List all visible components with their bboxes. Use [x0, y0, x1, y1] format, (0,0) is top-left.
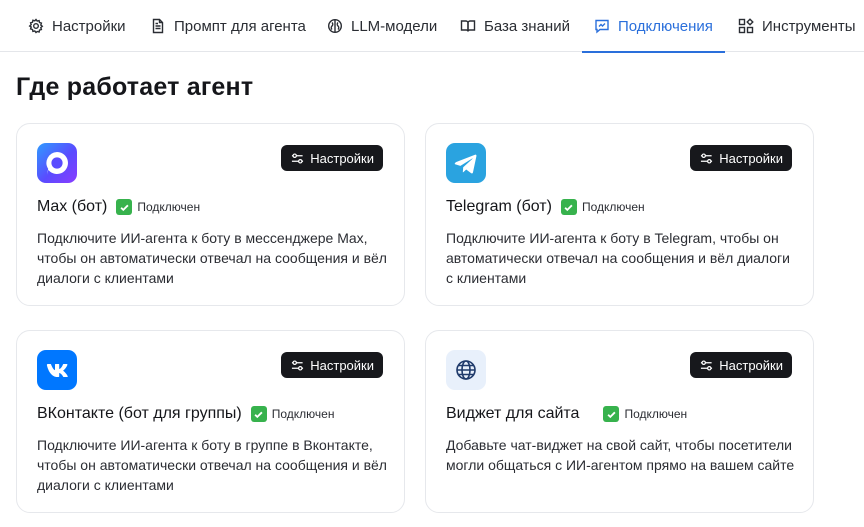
settings-button-label: Настройки: [310, 357, 374, 373]
settings-button-telegram[interactable]: Настройки: [690, 145, 792, 171]
sliders-icon: [701, 152, 713, 164]
tab-agent-prompt[interactable]: Промпт для агента: [150, 0, 306, 52]
settings-button-label: Настройки: [719, 357, 783, 373]
card-max-bot: Настройки Max (бот) Подключен Подключите…: [16, 123, 405, 306]
check-icon: [560, 199, 577, 215]
tab-tools[interactable]: Инструменты: [738, 0, 856, 52]
status-label: Подключен: [581, 200, 645, 214]
tab-bar: Настройки Промпт для агента LLM-модели Б…: [0, 0, 864, 53]
card-name: Telegram (бот): [446, 198, 552, 215]
tab-llm-models-label: LLM-модели: [351, 17, 438, 35]
sliders-icon: [701, 359, 713, 371]
status-badge: Подключен: [250, 406, 335, 422]
status-badge: Подключен: [603, 406, 687, 422]
status-badge: Подключен: [560, 199, 645, 215]
tab-settings[interactable]: Настройки: [28, 0, 126, 52]
sliders-icon: [292, 359, 304, 371]
check-icon: [603, 406, 620, 422]
check-icon: [116, 199, 133, 215]
card-description: Добавьте чат-виджет на свой сайт, чтобы …: [446, 437, 795, 473]
globe-icon: [446, 350, 486, 390]
chat-icon: [595, 19, 609, 34]
card-description: Подключите ИИ-агента к боту в группе в В…: [37, 437, 387, 493]
card-name: Max (бот): [37, 198, 108, 215]
tab-connections-label: Подключения: [618, 17, 713, 35]
settings-button-label: Настройки: [719, 150, 783, 166]
card-header: Max (бот) Подключен: [37, 198, 200, 216]
card-name: ВКонтакте (бот для группы): [37, 405, 242, 422]
book-icon: [460, 20, 476, 32]
status-badge: Подключен: [116, 199, 200, 215]
card-vk-bot: Настройки ВКонтакте (бот для группы) Под…: [16, 330, 405, 513]
card-telegram-bot: Настройки Telegram (бот) Подключен Подкл…: [425, 123, 814, 306]
status-label: Подключен: [137, 200, 201, 214]
status-label: Подключен: [624, 407, 688, 421]
tab-knowledge-base-label: База знаний: [484, 17, 570, 35]
tab-knowledge-base[interactable]: База знаний: [460, 0, 570, 52]
max-logo-icon: [37, 143, 77, 183]
gear-icon: [28, 18, 44, 34]
brain-icon: [327, 18, 343, 34]
settings-button-widget[interactable]: Настройки: [690, 352, 792, 378]
card-website-widget: Настройки Виджет для сайта Подключен Доб…: [425, 330, 814, 513]
tab-connections[interactable]: Подключения: [582, 0, 725, 53]
card-description: Подключите ИИ-агента к боту в мессенджер…: [37, 230, 387, 286]
settings-button-vk[interactable]: Настройки: [281, 352, 383, 378]
tab-tools-label: Инструменты: [762, 17, 856, 35]
check-icon: [250, 406, 267, 422]
status-label: Подключен: [271, 407, 335, 421]
card-header: ВКонтакте (бот для группы) Подключен: [37, 405, 334, 423]
tab-agent-prompt-label: Промпт для агента: [174, 17, 306, 35]
tools-icon: [738, 18, 754, 34]
sliders-icon: [292, 152, 304, 164]
document-icon: [152, 18, 164, 34]
card-header: Виджет для сайта Подключен: [446, 405, 687, 423]
card-header: Telegram (бот) Подключен: [446, 198, 645, 216]
telegram-logo-icon: [446, 143, 486, 183]
card-name: Виджет для сайта: [446, 405, 580, 422]
settings-button-label: Настройки: [310, 150, 374, 166]
page-title: Где работает агент: [16, 73, 254, 101]
card-description: Подключите ИИ-агента к боту в Telegram, …: [446, 230, 790, 286]
tab-settings-label: Настройки: [52, 17, 126, 35]
settings-button-max[interactable]: Настройки: [281, 145, 383, 171]
tab-llm-models[interactable]: LLM-модели: [327, 0, 437, 52]
vk-logo-icon: [37, 350, 77, 390]
